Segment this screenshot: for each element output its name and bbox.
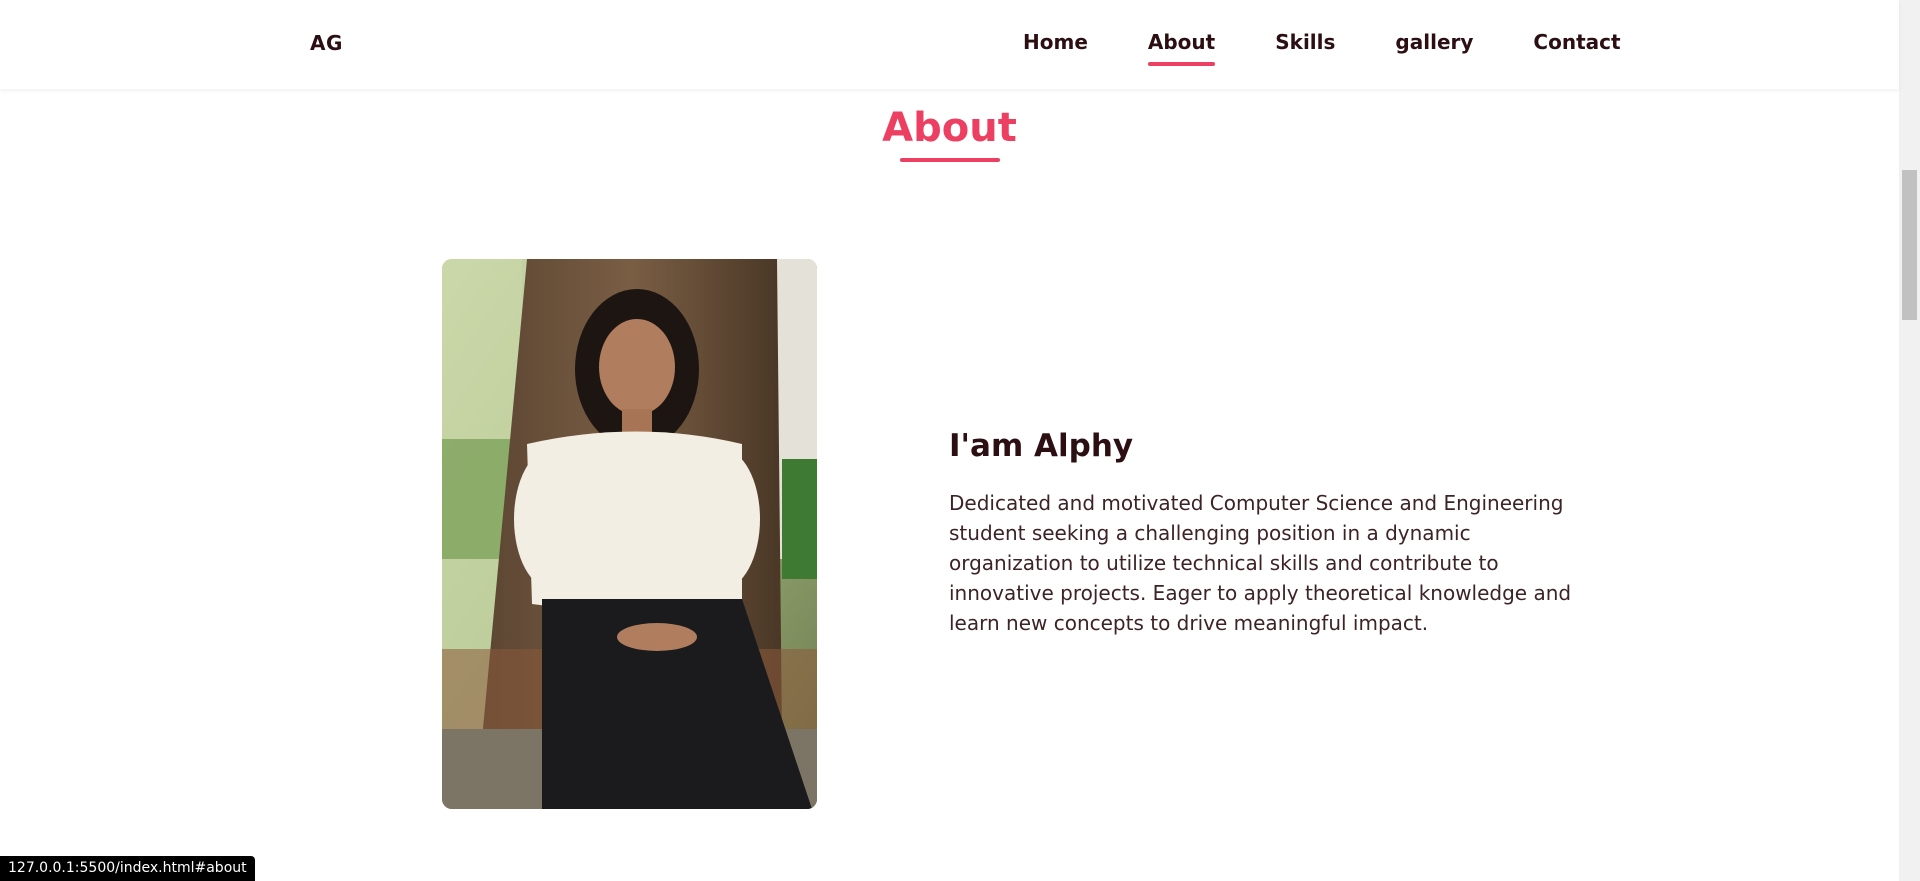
status-bar-url: 127.0.0.1:5500/index.html#about bbox=[0, 856, 255, 881]
scrollbar-thumb[interactable] bbox=[1902, 170, 1917, 320]
profile-photo bbox=[442, 259, 817, 809]
nav-item-about[interactable]: About bbox=[1147, 30, 1216, 66]
logo[interactable]: AG bbox=[310, 31, 343, 55]
main-nav: Home About Skills gallery Contact bbox=[1023, 30, 1621, 66]
nav-item-contact[interactable]: Contact bbox=[1533, 30, 1620, 66]
site-header: AG Home About Skills gallery Contact bbox=[0, 0, 1899, 89]
nav-item-gallery[interactable]: gallery bbox=[1395, 30, 1473, 66]
greeting-heading: I'am Alphy bbox=[949, 428, 1134, 464]
vertical-scrollbar[interactable] bbox=[1899, 0, 1920, 881]
nav-item-home[interactable]: Home bbox=[1023, 30, 1088, 66]
title-underline bbox=[900, 158, 1000, 162]
bio-paragraph: Dedicated and motivated Computer Science… bbox=[949, 491, 1572, 635]
nav-item-skills[interactable]: Skills bbox=[1275, 30, 1335, 66]
about-text: I'am Alphy Dedicated and motivated Compu… bbox=[949, 428, 1579, 638]
section-title: About bbox=[882, 105, 1017, 151]
page: AG Home About Skills gallery Contact Abo… bbox=[0, 0, 1920, 881]
